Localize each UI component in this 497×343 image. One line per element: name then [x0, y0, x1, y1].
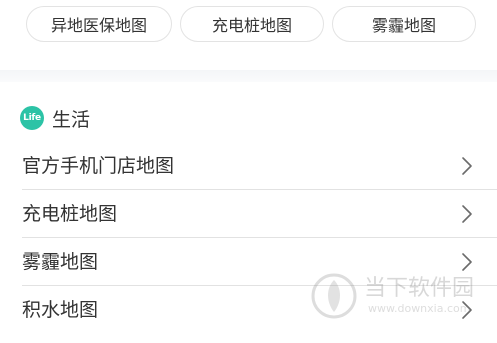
- section-divider: [0, 70, 497, 82]
- life-list: 官方手机门店地图 充电桩地图 雾霾地图 积水地图: [0, 142, 497, 334]
- list-item-label: 积水地图: [22, 299, 99, 321]
- chip-charging-pile-map[interactable]: 充电桩地图: [180, 6, 324, 42]
- list-item-label: 官方手机门店地图: [22, 155, 175, 177]
- list-item-label: 雾霾地图: [22, 251, 99, 273]
- life-badge-icon: Life: [20, 106, 44, 130]
- chevron-right-icon: [462, 205, 472, 223]
- list-item-waterlogging-map[interactable]: 积水地图: [0, 286, 497, 334]
- list-item-smog-map[interactable]: 雾霾地图: [0, 238, 497, 286]
- chevron-right-icon: [462, 301, 472, 319]
- chevron-right-icon: [462, 157, 472, 175]
- chip-smog-map[interactable]: 雾霾地图: [332, 6, 476, 42]
- list-item-official-store-map[interactable]: 官方手机门店地图: [0, 142, 497, 190]
- chip-yidi-yibao-map[interactable]: 异地医保地图: [26, 6, 172, 42]
- section-title: 生活: [52, 108, 91, 131]
- section-header-life: Life 生活: [20, 104, 90, 132]
- list-item-label: 充电桩地图: [22, 203, 118, 225]
- chevron-right-icon: [462, 253, 472, 271]
- top-chip-row: 异地医保地图 充电桩地图 雾霾地图: [0, 0, 497, 58]
- list-item-charging-pile-map[interactable]: 充电桩地图: [0, 190, 497, 238]
